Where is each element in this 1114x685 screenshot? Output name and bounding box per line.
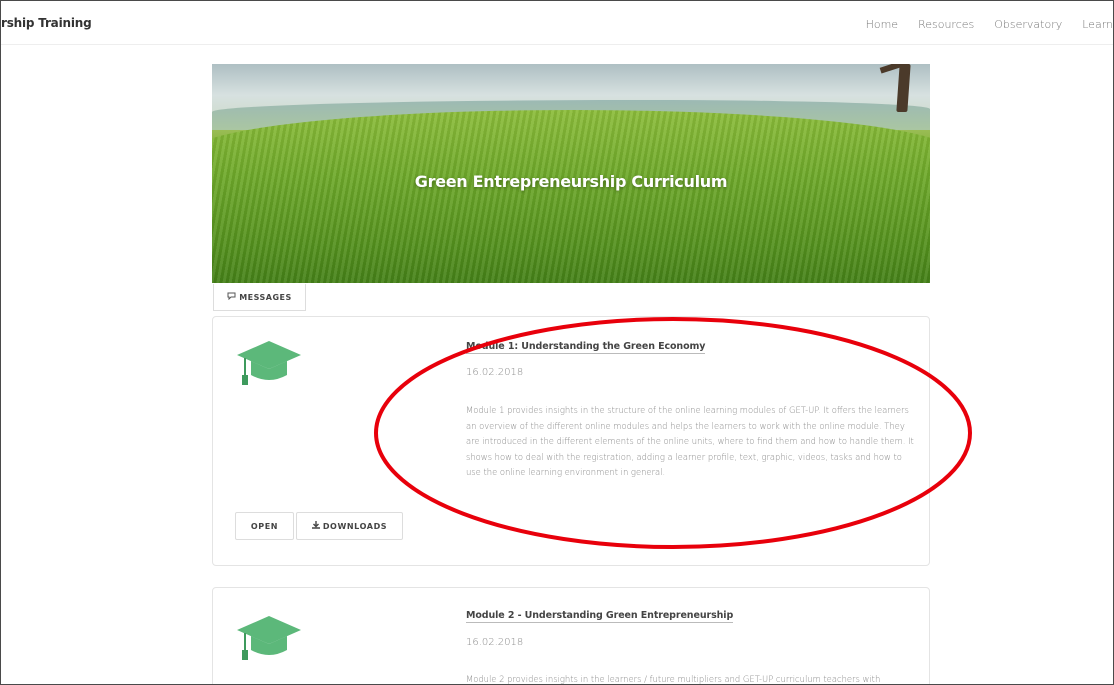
hero-grass-field xyxy=(212,110,930,283)
downloads-button[interactable]: DOWNLOADS xyxy=(296,512,403,540)
module-card-2: Module 2 - Understanding Green Entrepren… xyxy=(212,587,930,684)
nav-link-home[interactable]: Home xyxy=(866,18,898,31)
module-card-1: Module 1: Understanding the Green Econom… xyxy=(212,316,930,566)
module-description: Module 2 provides insights in the learne… xyxy=(466,674,881,684)
module-date: 16.02.2018 xyxy=(466,367,524,378)
top-navbar: rship Training Home Resources Observator… xyxy=(1,1,1113,45)
hero-banner: Green Entrepreneurship Curriculum xyxy=(212,64,930,283)
messages-button[interactable]: MESSAGES xyxy=(213,284,306,311)
site-brand[interactable]: rship Training xyxy=(1,16,92,30)
nav-link-learn[interactable]: Learn xyxy=(1082,18,1113,31)
module-title[interactable]: Module 1: Understanding the Green Econom… xyxy=(466,341,706,354)
module-description: Module 1 provides insights in the struct… xyxy=(466,405,914,477)
browser-page: rship Training Home Resources Observator… xyxy=(0,0,1114,685)
graduation-cap-icon xyxy=(237,616,301,660)
download-icon xyxy=(311,521,320,531)
chat-icon xyxy=(227,292,236,303)
nav-link-observatory[interactable]: Observatory xyxy=(994,18,1062,31)
course-title: Green Entrepreneurship Curriculum xyxy=(414,172,728,191)
graduation-cap-icon xyxy=(237,341,301,385)
nav-links: Home Resources Observatory Learn xyxy=(866,18,1113,31)
open-button[interactable]: OPEN xyxy=(235,512,294,540)
module-title[interactable]: Module 2 - Understanding Green Entrepren… xyxy=(466,610,733,623)
open-label: OPEN xyxy=(250,521,279,531)
nav-link-resources[interactable]: Resources xyxy=(918,18,974,31)
downloads-label: DOWNLOADS xyxy=(322,521,388,531)
messages-label: MESSAGES xyxy=(239,292,292,302)
module-date: 16.02.2018 xyxy=(466,637,524,648)
